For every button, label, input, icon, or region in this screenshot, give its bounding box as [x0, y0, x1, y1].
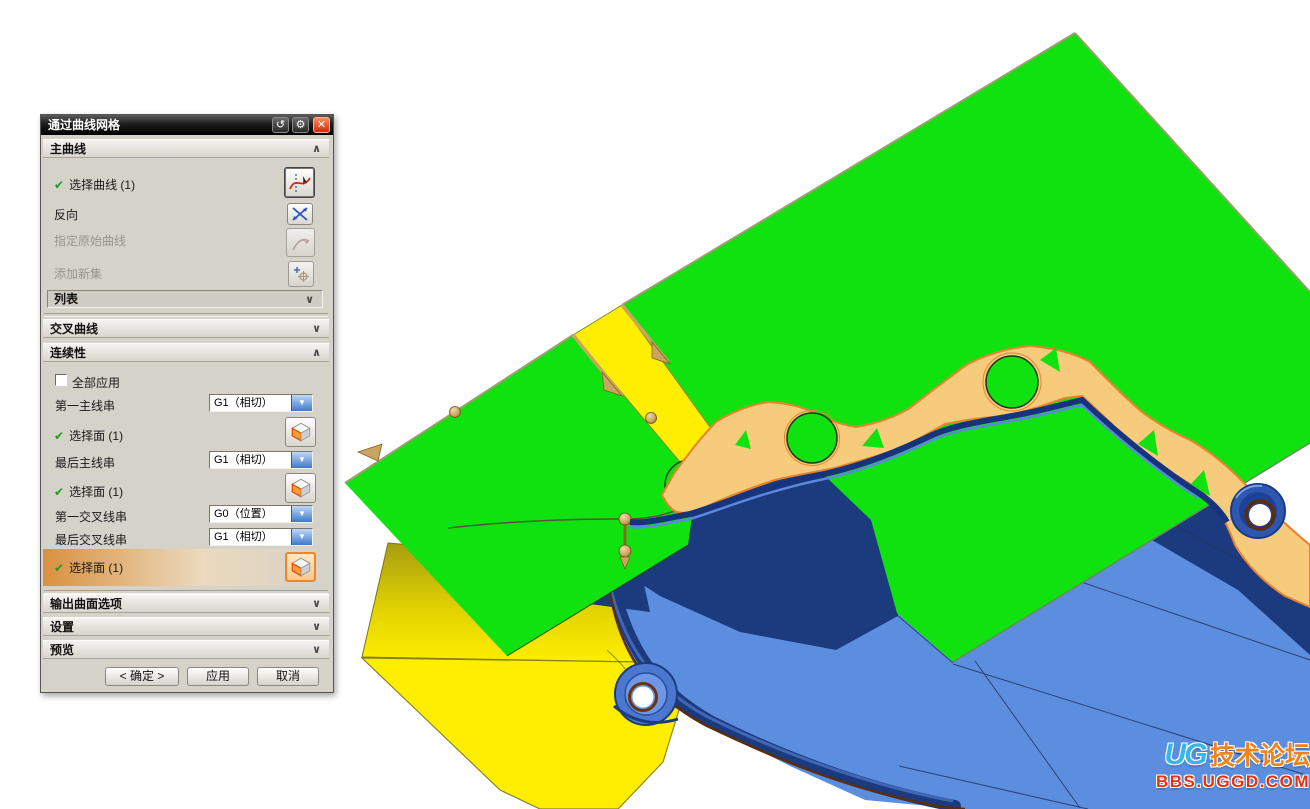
watermark-url: BBS.UGGD.COM — [1108, 773, 1310, 790]
specify-origin-curve-button — [286, 228, 315, 257]
section-cross-curve[interactable]: 交叉曲线 ∨ — [43, 319, 329, 338]
divider — [44, 313, 328, 317]
section-continuity[interactable]: 连续性 ∧ — [43, 343, 329, 362]
watermark-logo: UG — [1165, 738, 1206, 771]
first-primary-dropdown[interactable]: G1（相切） ▼ — [209, 394, 313, 412]
cancel-button[interactable]: 取消 — [257, 667, 319, 686]
close-icon[interactable]: ✕ — [313, 117, 330, 133]
reverse-icon — [291, 206, 309, 222]
dropdown-arrow-icon[interactable]: ▼ — [291, 506, 312, 522]
chevron-up-icon[interactable]: ∧ — [312, 344, 321, 363]
select-face-row-3[interactable]: ✔选择面 (1) — [54, 559, 123, 576]
check-icon: ✔ — [54, 561, 64, 575]
face-cube-icon — [291, 557, 311, 577]
through-curve-mesh-dialog: 通过曲线网格 ↺ ⚙ ✕ 主曲线 ∧ ✔选择曲线 (1) 反向 指定 — [40, 114, 334, 693]
add-set-icon — [292, 265, 310, 283]
chevron-down-icon[interactable]: ∨ — [305, 292, 314, 308]
last-primary-label: 最后主线串 — [55, 454, 115, 471]
add-new-set-label: 添加新集 — [54, 265, 102, 282]
check-icon: ✔ — [54, 429, 64, 443]
face-cube-icon — [291, 422, 311, 442]
reset-icon[interactable]: ↺ — [272, 117, 289, 133]
apply-all-checkbox[interactable] — [55, 374, 67, 386]
apply-button[interactable]: 应用 — [187, 667, 249, 686]
chevron-down-icon[interactable]: ∨ — [312, 320, 321, 339]
watermark-text: 技术论坛 — [1210, 742, 1310, 770]
reverse-direction-button[interactable] — [287, 203, 313, 225]
section-output-options[interactable]: 输出曲面选项 ∨ — [43, 594, 329, 613]
check-icon: ✔ — [54, 485, 64, 499]
section-preview[interactable]: 预览 ∨ — [43, 640, 329, 659]
select-face-button-1[interactable] — [285, 417, 316, 447]
select-curve-button[interactable] — [284, 167, 315, 198]
first-primary-label: 第一主线串 — [55, 397, 115, 414]
watermark: UG 技术论坛 BBS.UGGD.COM — [1108, 740, 1310, 790]
screw-boss-right[interactable] — [1231, 484, 1285, 538]
section-main-curve[interactable]: 主曲线 ∧ — [43, 139, 329, 158]
specify-origin-curve-label: 指定原始曲线 — [54, 232, 126, 249]
chevron-down-icon[interactable]: ∨ — [312, 595, 321, 614]
select-curve-row[interactable]: ✔选择曲线 (1) — [54, 176, 135, 193]
list-bar[interactable]: 列表 ∨ — [47, 290, 323, 308]
select-face-row-2[interactable]: ✔选择面 (1) — [54, 483, 123, 500]
gear-icon[interactable]: ⚙ — [292, 117, 309, 133]
nx-application-window: 通过曲线网格 ↺ ⚙ ✕ 主曲线 ∧ ✔选择曲线 (1) 反向 指定 — [0, 0, 1310, 809]
apply-all-label: 全部应用 — [72, 374, 120, 391]
face-cube-icon — [291, 478, 311, 498]
dropdown-arrow-icon[interactable]: ▼ — [291, 529, 312, 545]
section-settings[interactable]: 设置 ∨ — [43, 617, 329, 636]
screw-boss-left[interactable] — [614, 663, 678, 725]
chevron-up-icon[interactable]: ∧ — [312, 140, 321, 159]
chevron-down-icon[interactable]: ∨ — [312, 641, 321, 660]
first-cross-label: 第一交叉线串 — [55, 508, 127, 525]
last-primary-dropdown[interactable]: G1（相切） ▼ — [209, 451, 313, 469]
origin-curve-icon — [291, 234, 311, 252]
dropdown-arrow-icon[interactable]: ▼ — [291, 395, 312, 411]
select-face-row-1[interactable]: ✔选择面 (1) — [54, 427, 123, 444]
curve-select-icon — [289, 173, 311, 193]
select-face-button-3[interactable] — [285, 552, 316, 582]
chevron-down-icon[interactable]: ∨ — [312, 618, 321, 637]
dialog-title[interactable]: 通过曲线网格 — [41, 115, 333, 135]
last-cross-label: 最后交叉线串 — [55, 531, 127, 548]
select-face-button-2[interactable] — [285, 473, 316, 503]
reverse-label: 反向 — [54, 206, 78, 223]
dropdown-arrow-icon[interactable]: ▼ — [291, 452, 312, 468]
ok-button[interactable]: < 确定 > — [105, 667, 179, 686]
last-cross-dropdown[interactable]: G1（相切） ▼ — [209, 528, 313, 546]
first-cross-dropdown[interactable]: G0（位置） ▼ — [209, 505, 313, 523]
check-icon: ✔ — [54, 178, 64, 192]
add-new-set-button — [288, 261, 314, 287]
